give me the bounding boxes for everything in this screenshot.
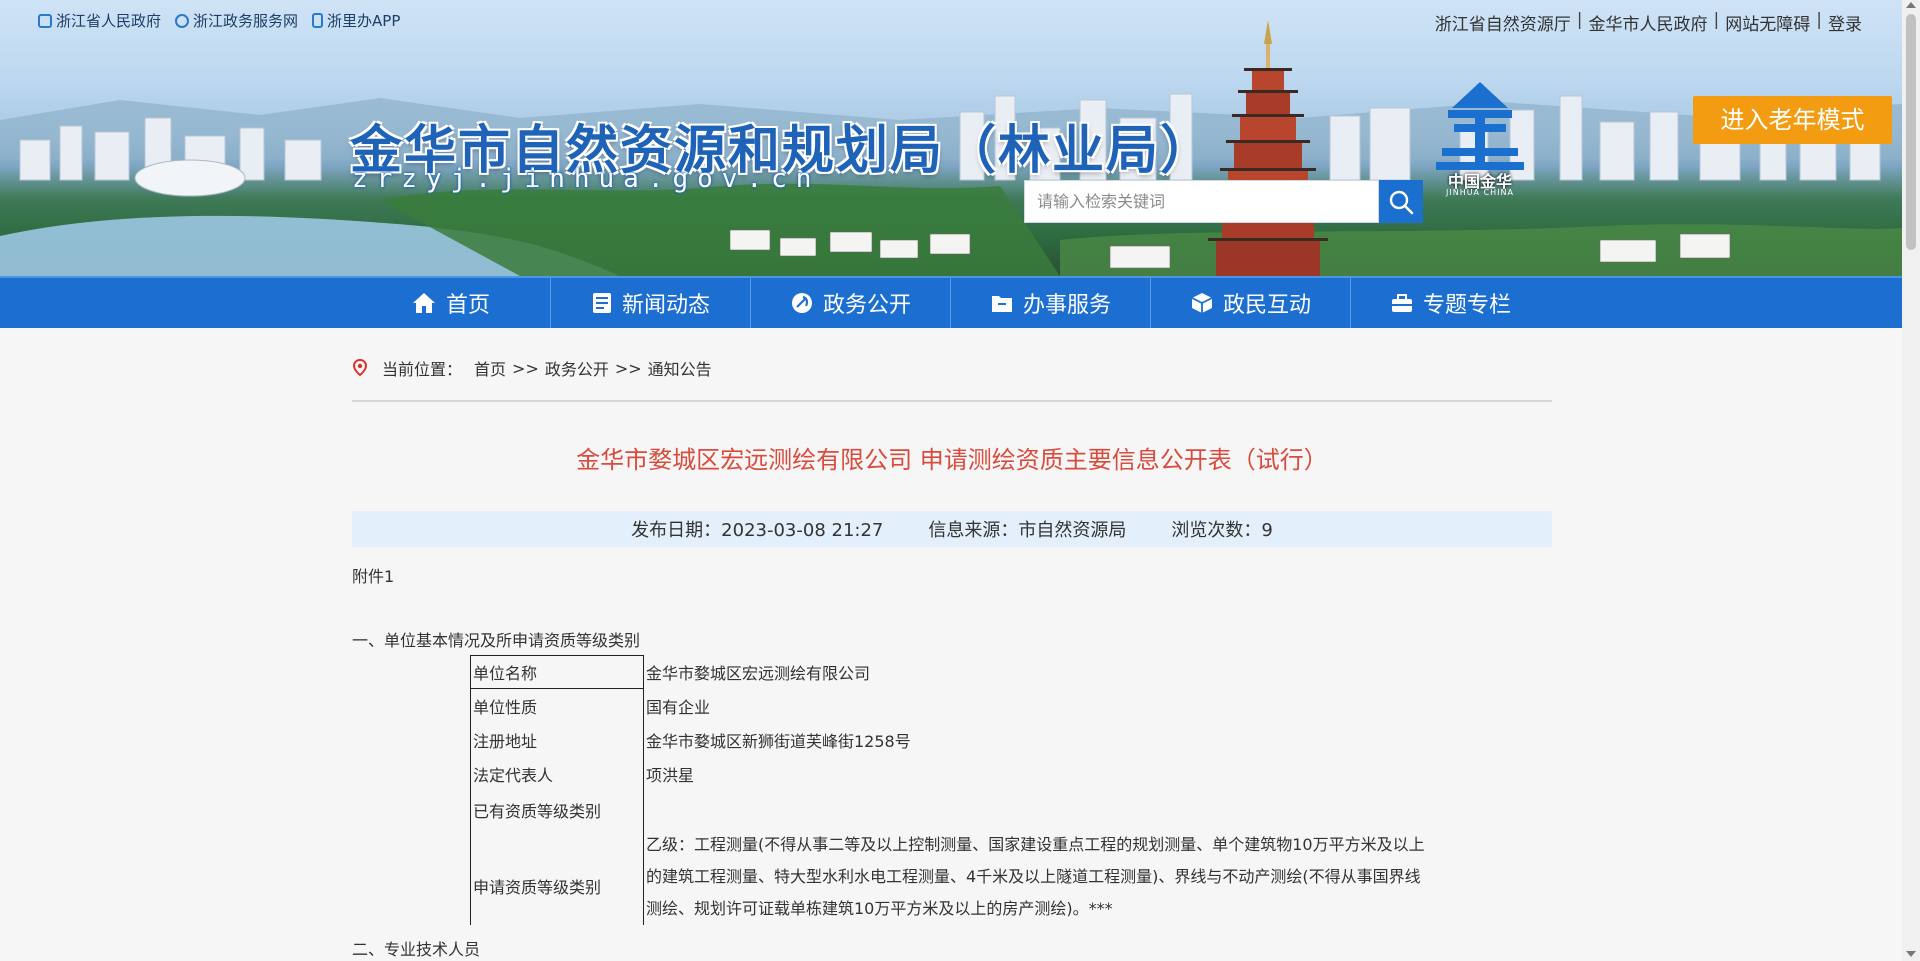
breadcrumb-home[interactable]: 首页 bbox=[474, 356, 506, 380]
article-title: 金华市婺城区宏远测绘有限公司 申请测绘资质主要信息公开表（试行） bbox=[576, 446, 1328, 474]
table-row: 单位名称 金华市婺城区宏远测绘有限公司 bbox=[470, 655, 1429, 689]
view-count: 浏览次数：9 bbox=[1171, 520, 1273, 541]
elder-mode-button[interactable]: 进入老年模式 bbox=[1693, 96, 1892, 144]
top-links-left: 浙江省人民政府 浙江政务服务网 浙里办APP bbox=[38, 10, 400, 31]
scroll-up-arrow-icon[interactable] bbox=[1906, 2, 1916, 8]
row-key: 申请资质等级类别 bbox=[470, 828, 644, 925]
search-input[interactable] bbox=[1024, 180, 1379, 223]
breadcrumb-prefix: 当前位置： bbox=[382, 360, 463, 379]
breadcrumb-separator: >> bbox=[512, 358, 539, 378]
link-separator: | bbox=[1816, 10, 1822, 30]
row-value: 金华市婺城区新狮街道芙峰街1258号 bbox=[646, 731, 911, 751]
logo-subtext: JINHUA CHINA bbox=[1445, 188, 1514, 197]
scroll-down-arrow-icon[interactable] bbox=[1906, 951, 1916, 957]
nav-news[interactable]: 新闻动态 bbox=[551, 278, 751, 328]
nav-services[interactable]: 办事服务 bbox=[951, 278, 1151, 328]
row-value: 国有企业 bbox=[646, 697, 711, 717]
top-links-right: 浙江省自然资源厅 | 金华市人民政府 | 网站无障碍 | 登录 bbox=[1435, 10, 1862, 35]
table-row: 法定代表人 项洪星 bbox=[470, 756, 1429, 791]
search-button[interactable] bbox=[1379, 180, 1423, 223]
section-heading-1: 一、单位基本情况及所申请资质等级类别 bbox=[352, 631, 641, 650]
nav-gov-affairs[interactable]: 政务公开 bbox=[751, 278, 951, 328]
nav-interaction[interactable]: 政民互动 bbox=[1151, 278, 1351, 328]
row-value: 项洪星 bbox=[646, 765, 695, 785]
row-key: 单位性质 bbox=[470, 688, 644, 723]
attachment-label: 附件1 bbox=[352, 567, 395, 586]
link-jinhua-gov[interactable]: 金华市人民政府 bbox=[1589, 10, 1708, 35]
link-separator: | bbox=[1713, 10, 1720, 30]
briefcase-icon bbox=[1391, 294, 1412, 312]
link-accessibility[interactable]: 网站无障碍 bbox=[1725, 10, 1810, 35]
breadcrumb-notices[interactable]: 通知公告 bbox=[648, 356, 712, 380]
nav-label: 新闻动态 bbox=[621, 293, 710, 318]
table-row: 已有资质等级类别 bbox=[470, 790, 1429, 829]
link-separator: | bbox=[1576, 10, 1583, 30]
value-line: 测绘、规划许可证载单栋建筑10万平方米及以上的房产测绘)。*** bbox=[646, 898, 1113, 918]
row-key: 已有资质等级类别 bbox=[470, 790, 644, 829]
nav-label: 政民互动 bbox=[1222, 293, 1311, 318]
table-row: 注册地址 金华市婺城区新狮街道芙峰街1258号 bbox=[470, 722, 1429, 757]
row-key: 法定代表人 bbox=[470, 756, 644, 791]
nav-label: 专题专栏 bbox=[1422, 293, 1511, 318]
scroll-thumb[interactable] bbox=[1906, 14, 1916, 250]
company-info-table: 单位名称 金华市婺城区宏远测绘有限公司 单位性质 国有企业 注册地址 金华市婺城… bbox=[470, 655, 1429, 925]
link-zhejiang-service[interactable]: 浙江政务服务网 bbox=[175, 10, 298, 31]
table-row: 单位性质 国有企业 bbox=[470, 688, 1429, 723]
row-key: 单位名称 bbox=[470, 655, 644, 689]
section-heading-2: 二、专业技术人员 bbox=[352, 940, 481, 959]
nav-label: 办事服务 bbox=[1022, 293, 1111, 318]
row-value: 金华市婺城区宏远测绘有限公司 bbox=[646, 664, 871, 683]
link-zheliban-app[interactable]: 浙里办APP bbox=[312, 10, 400, 31]
row-value: 乙级：工程测量(不得从事二等及以上控制测量、国家建设重点工程的规划测量、单个建筑… bbox=[644, 829, 1429, 925]
folder-icon bbox=[991, 296, 1012, 312]
site-domain: zrzyj.jinhua.gov.cn bbox=[352, 164, 821, 194]
breadcrumb-gov-affairs[interactable]: 政务公开 bbox=[545, 356, 609, 380]
nav-label: 政务公开 bbox=[822, 293, 911, 318]
link-natural-resources-dept[interactable]: 浙江省自然资源厅 bbox=[1435, 10, 1571, 35]
value-line: 的建筑工程测量、特大型水利水电工程测量、4千米及以上隧道工程测量)、界线与不动产… bbox=[646, 866, 1421, 886]
row-key: 注册地址 bbox=[470, 722, 644, 757]
breadcrumb-separator: >> bbox=[614, 358, 642, 378]
value-line: 乙级：工程测量(不得从事二等及以上控制测量、国家建设重点工程的规划测量、单个建筑… bbox=[646, 834, 1425, 854]
nav-topics[interactable]: 专题专栏 bbox=[1351, 278, 1551, 328]
nav-home[interactable]: 首页 bbox=[351, 278, 551, 328]
article-meta: 发布日期：2023-03-08 21:27 信息来源：市自然资源局 浏览次数：9 bbox=[352, 511, 1552, 547]
link-login[interactable]: 登录 bbox=[1828, 10, 1862, 35]
publish-date: 发布日期：2023-03-08 21:27 bbox=[631, 520, 884, 541]
home-icon bbox=[412, 293, 435, 313]
main-nav: 首页 新闻动态 政务公开 办事服务 政民互动 专题专栏 bbox=[0, 276, 1902, 328]
phone-icon bbox=[312, 13, 324, 28]
service-icon bbox=[175, 13, 190, 28]
news-icon bbox=[592, 293, 611, 313]
divider bbox=[352, 400, 1552, 402]
location-pin-icon bbox=[352, 359, 368, 377]
cube-icon bbox=[1191, 293, 1213, 313]
jinhua-logo: 中国金华 JINHUA CHINA bbox=[1420, 82, 1540, 202]
search-icon bbox=[1389, 190, 1414, 214]
party-emblem-icon bbox=[791, 293, 812, 313]
header-banner: 浙江省人民政府 浙江政务服务网 浙里办APP 浙江省自然资源厅 | 金华市人民政… bbox=[0, 0, 1902, 276]
table-row: 申请资质等级类别 乙级：工程测量(不得从事二等及以上控制测量、国家建设重点工程的… bbox=[470, 828, 1429, 925]
breadcrumb: 当前位置： 首页 >> 政务公开 >> 通知公告 bbox=[352, 356, 712, 380]
row-value bbox=[644, 791, 1429, 829]
emblem-icon bbox=[38, 13, 52, 28]
info-source: 信息来源：市自然资源局 bbox=[928, 520, 1127, 541]
link-zhejiang-gov[interactable]: 浙江省人民政府 bbox=[38, 10, 161, 31]
nav-label: 首页 bbox=[445, 293, 490, 318]
